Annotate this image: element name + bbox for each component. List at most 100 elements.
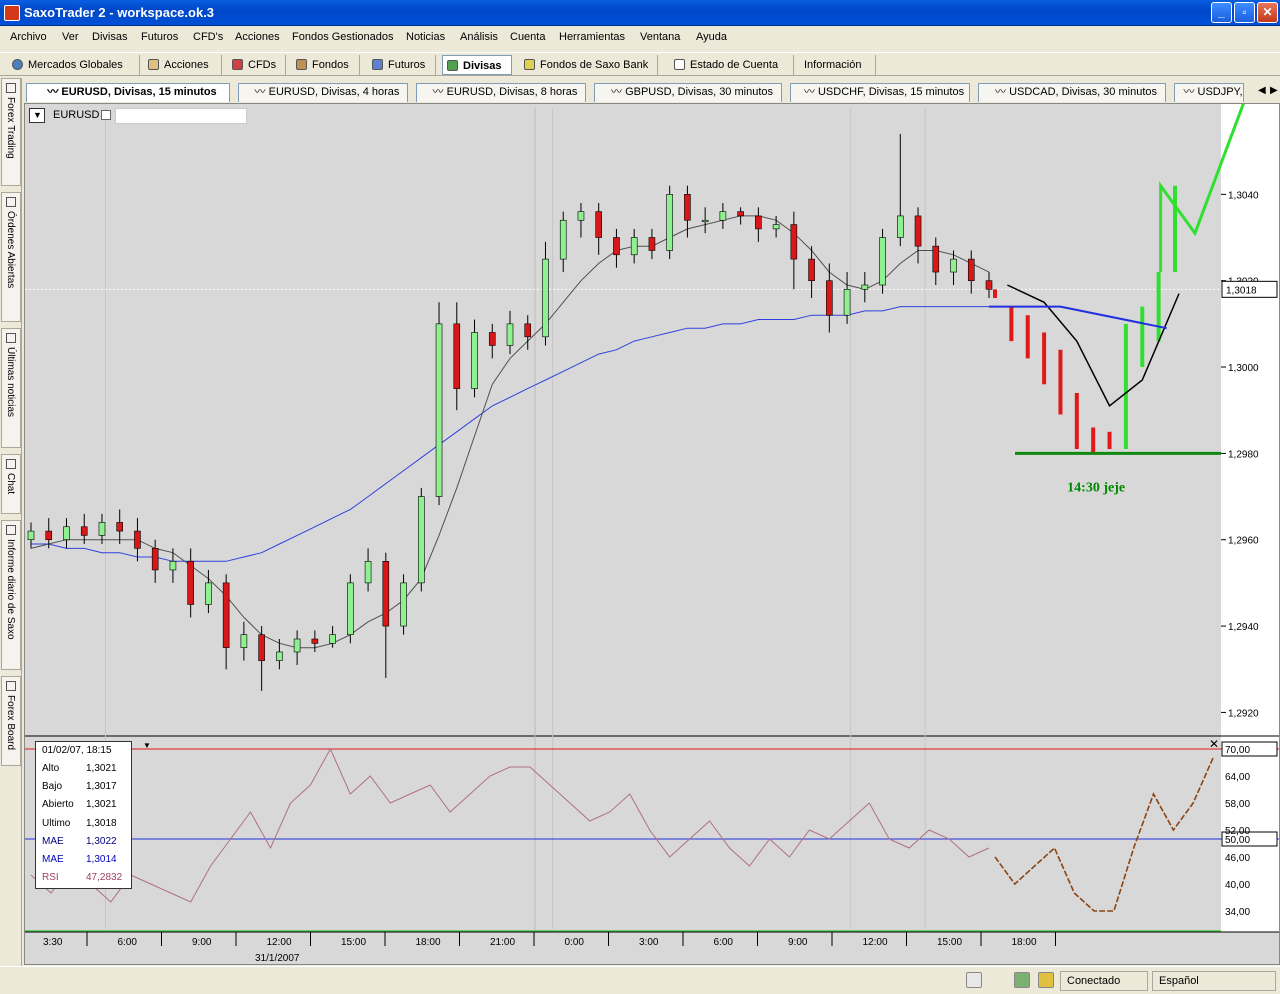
candle-body (648, 237, 656, 251)
candle-body (719, 211, 727, 221)
candle-body (488, 332, 496, 346)
tabs-scroll-right-icon[interactable]: ▶ (1270, 85, 1280, 99)
sidetab-ordenes-abiertas[interactable]: Órdenes Abiertas (1, 192, 21, 322)
chart-menu-button[interactable]: ▼ (29, 108, 45, 123)
toolbar-mercados-globales[interactable]: Mercados Globales (8, 55, 140, 75)
report-icon (6, 525, 16, 535)
info-row: Ultimo 1,3018 (42, 818, 117, 836)
toolbar-cfds[interactable]: CFDs (228, 55, 286, 75)
toolbar-futuros[interactable]: Futuros (368, 55, 436, 75)
candle-body (400, 582, 407, 627)
toolbar-label: Divisas (463, 60, 502, 72)
toolbar-estado-cuenta[interactable]: Estado de Cuenta (670, 55, 794, 75)
toolbar-label: Fondos (312, 59, 349, 71)
keyboard-icon[interactable] (966, 972, 982, 988)
close-button[interactable]: ✕ (1257, 2, 1278, 23)
tab-eurusd-8h[interactable]: 〰 EURUSD, Divisas, 8 horas (416, 83, 586, 102)
candle-body (506, 323, 514, 346)
candle-body (967, 258, 975, 281)
menu-ver[interactable]: Ver (62, 31, 79, 43)
menu-futuros[interactable]: Futuros (141, 31, 178, 43)
menu-cfds[interactable]: CFD's (193, 31, 223, 43)
time-tick-label: 6:00 (118, 937, 138, 948)
globe-icon (12, 59, 23, 70)
tab-usdcad-30m[interactable]: 〰 USDCAD, Divisas, 30 minutos (978, 83, 1166, 102)
orders-icon (6, 197, 16, 207)
sidetab-forex-board[interactable]: Forex Board (1, 676, 21, 766)
chart-tabs: 〰 EURUSD, Divisas, 15 minutos 〰 EURUSD, … (24, 82, 1280, 102)
candle-body (347, 582, 354, 636)
candle-body (542, 258, 549, 338)
side-tabs: Forex Trading Órdenes Abiertas Últimas n… (0, 78, 22, 968)
candle-body (826, 280, 833, 316)
candle-body (98, 522, 106, 536)
menu-analisis[interactable]: Análisis (460, 31, 498, 43)
sidetab-chat[interactable]: Chat (1, 454, 21, 514)
tab-label: EURUSD, Divisas, 8 horas (446, 86, 578, 98)
connection-status: Conectado (1060, 971, 1148, 991)
menu-cuenta[interactable]: Cuenta (510, 31, 545, 43)
candle-body (808, 258, 815, 281)
maximize-button[interactable]: ▫ (1234, 2, 1255, 23)
candle-body (666, 194, 673, 251)
price-chart[interactable]: 1,30401,30201,30001,29801,29601,29401,29… (25, 104, 1279, 964)
toolbar-fondos-saxo-bank[interactable]: Fondos de Saxo Bank (520, 55, 658, 75)
toolbar-label: Futuros (388, 59, 426, 71)
candle-body (701, 219, 709, 223)
menu-acciones[interactable]: Acciones (235, 31, 280, 43)
menu-divisas[interactable]: Divisas (92, 31, 127, 43)
tab-eurusd-4h[interactable]: 〰 EURUSD, Divisas, 4 horas (238, 83, 408, 102)
candle-body (364, 561, 372, 584)
candle-body (861, 284, 869, 290)
symbol-input[interactable] (115, 108, 247, 124)
candle-body (134, 530, 141, 549)
tab-label: USDCAD, Divisas, 30 minutos (1009, 86, 1157, 98)
candle-body (435, 323, 443, 497)
price-tick-label: 1,3040 (1228, 190, 1259, 201)
sidetab-label: Forex Trading (5, 97, 16, 159)
sidetab-ultimas-noticias[interactable]: Últimas noticias (1, 328, 21, 448)
sidetab-forex-trading[interactable]: Forex Trading (1, 78, 21, 186)
info-value: 1,3021 (86, 799, 117, 810)
symbol-dropdown[interactable] (101, 110, 111, 120)
tab-usdchf-15m[interactable]: 〰 USDCHF, Divisas, 15 minutos (790, 83, 970, 102)
menu-noticias[interactable]: Noticias (406, 31, 445, 43)
info-label: MAE (42, 854, 64, 865)
funds-icon (296, 59, 307, 70)
menu-archivo[interactable]: Archivo (10, 31, 47, 43)
candle-body (879, 237, 886, 286)
price-tick-label: 1,2980 (1228, 449, 1259, 460)
account-icon (674, 59, 685, 70)
tab-eurusd-15m[interactable]: 〰 EURUSD, Divisas, 15 minutos (26, 83, 230, 102)
menu-fondos-gestionados[interactable]: Fondos Gestionados (292, 31, 394, 43)
candle-body (63, 526, 70, 541)
tab-gbpusd-30m[interactable]: 〰 GBPUSD, Divisas, 30 minutos (594, 83, 782, 102)
info-label: Alto (42, 763, 60, 774)
rsi-tick-label: 58,00 (1225, 799, 1250, 810)
toolbar-informacion[interactable]: Información (798, 55, 876, 75)
price-tick-label: 1,2940 (1228, 622, 1259, 633)
info-value: 1,3017 (86, 781, 117, 792)
candle-body (80, 526, 88, 536)
menu-ayuda[interactable]: Ayuda (696, 31, 727, 43)
toolbar-acciones[interactable]: Acciones (144, 55, 222, 75)
candle-body (453, 323, 461, 389)
sidetab-informe-diario[interactable]: Informe diario de Saxo (1, 520, 21, 670)
candle-body (524, 323, 532, 338)
candle-body (45, 530, 53, 541)
tab-usdjpy[interactable]: 〰 USDJPY, (1174, 83, 1244, 102)
info-label: RSI (42, 872, 59, 883)
menu-ventana[interactable]: Ventana (640, 31, 680, 43)
menu-herramientas[interactable]: Herramientas (559, 31, 625, 43)
lock-icon (1038, 972, 1054, 988)
cfd-icon (232, 59, 243, 70)
chart-area[interactable]: 1,30401,30201,30001,29801,29601,29401,29… (24, 103, 1280, 965)
toolbar-divisas[interactable]: Divisas (442, 55, 512, 75)
toolbar-fondos[interactable]: Fondos (292, 55, 360, 75)
time-tick-label: 3:00 (639, 937, 659, 948)
tabs-scroll-left-icon[interactable]: ◀ (1258, 85, 1268, 99)
candle-body (630, 237, 638, 256)
minimize-button[interactable]: _ (1211, 2, 1232, 23)
candle-body (613, 237, 620, 256)
toolbar-label: Información (804, 59, 862, 71)
